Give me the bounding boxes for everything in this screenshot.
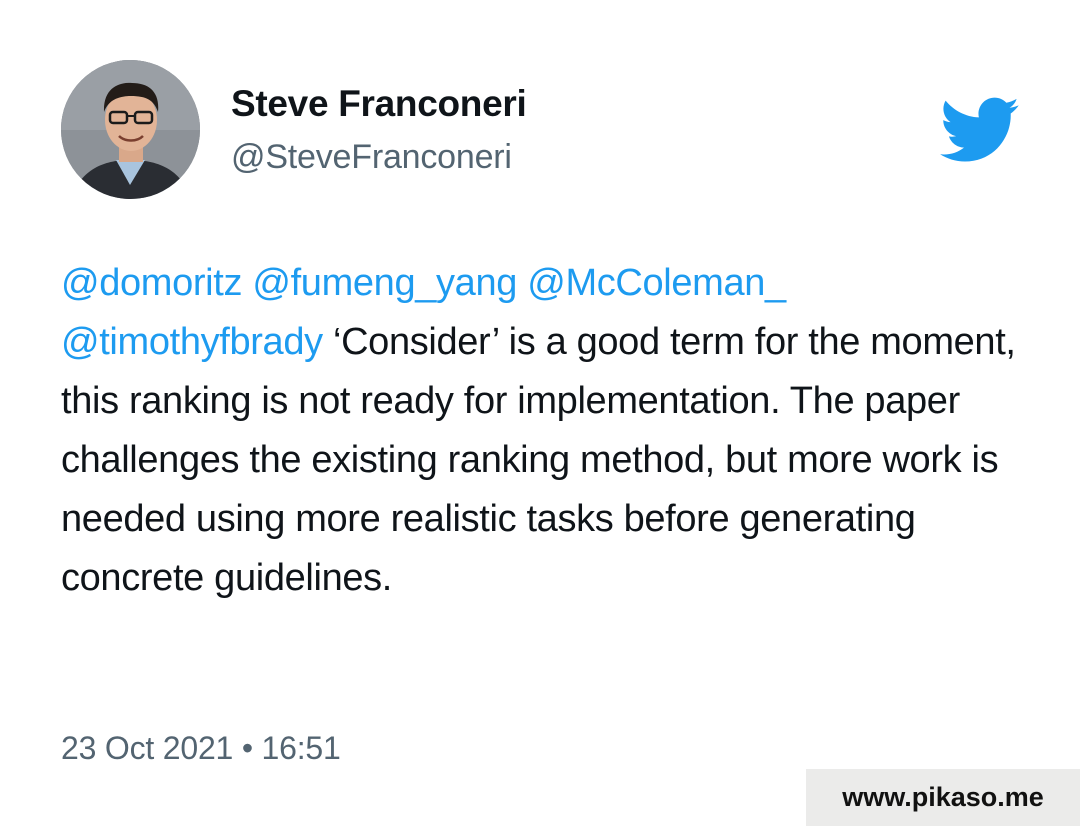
twitter-bird-icon bbox=[940, 97, 1020, 163]
watermark: www.pikaso.me bbox=[806, 769, 1080, 826]
tweet-card: Steve Franconeri @SteveFranconeri @domor… bbox=[0, 0, 1080, 826]
mention-link[interactable]: @domoritz bbox=[61, 262, 242, 304]
tweet-timestamp[interactable]: 23 Oct 2021 • 16:51 bbox=[61, 728, 341, 768]
mention-link[interactable]: @fumeng_yang bbox=[252, 262, 517, 304]
twitter-bird-glyph bbox=[940, 97, 1019, 162]
user-handle[interactable]: @SteveFranconeri bbox=[231, 137, 526, 177]
avatar[interactable] bbox=[61, 60, 200, 199]
avatar-image bbox=[61, 60, 200, 199]
tweet-text: @domoritz @fumeng_yang @McColeman_ @timot… bbox=[61, 254, 1021, 608]
author-block: Steve Franconeri @SteveFranconeri bbox=[231, 82, 527, 177]
mention-link[interactable]: @timothyfbrady bbox=[61, 321, 323, 363]
display-name[interactable]: Steve Franconeri bbox=[231, 82, 527, 126]
mention-link[interactable]: @McColeman_ bbox=[527, 262, 786, 304]
